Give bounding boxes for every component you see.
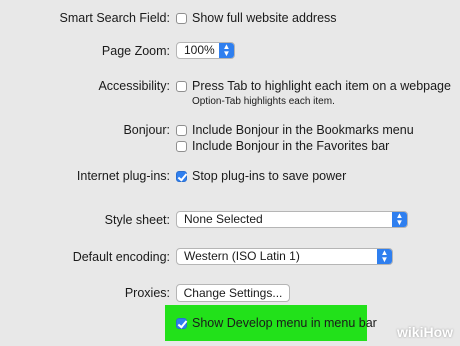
show-full-address-text: Show full website address xyxy=(192,11,337,25)
style-sheet-select[interactable]: None Selected ▲ ▼ xyxy=(176,211,408,228)
page-zoom-value: 100% xyxy=(184,43,215,57)
select-arrows-icon: ▲ ▼ xyxy=(377,249,392,264)
default-encoding-label: Default encoding: xyxy=(72,250,170,264)
page-zoom-select[interactable]: 100% ▲ ▼ xyxy=(176,42,235,59)
stop-plugins-text: Stop plug-ins to save power xyxy=(192,169,347,183)
bonjour-bookmarks-text: Include Bonjour in the Bookmarks menu xyxy=(192,123,414,137)
select-arrows-icon: ▲ ▼ xyxy=(392,212,407,227)
plugins-label: Internet plug-ins: xyxy=(76,169,170,183)
page-zoom-label: Page Zoom: xyxy=(101,44,170,58)
stop-plugins-checkbox[interactable] xyxy=(176,171,187,182)
accessibility-label: Accessibility: xyxy=(98,79,170,93)
select-arrows-icon: ▲ ▼ xyxy=(219,43,234,58)
default-encoding-value: Western (ISO Latin 1) xyxy=(184,249,300,263)
press-tab-text: Press Tab to highlight each item on a we… xyxy=(192,79,451,93)
bonjour-favorites-checkbox[interactable] xyxy=(176,141,187,152)
bonjour-label: Bonjour: xyxy=(123,123,170,137)
proxies-label: Proxies: xyxy=(124,286,170,300)
style-sheet-label: Style sheet: xyxy=(104,213,170,227)
wikihow-watermark: wikiHow xyxy=(397,324,454,340)
bonjour-bookmarks-checkbox[interactable] xyxy=(176,125,187,136)
show-develop-text: Show Develop menu in menu bar xyxy=(192,316,377,330)
bonjour-favorites-text: Include Bonjour in the Favorites bar xyxy=(192,139,390,153)
press-tab-checkbox[interactable] xyxy=(176,81,187,92)
show-full-address-checkbox[interactable] xyxy=(176,13,187,24)
option-tab-hint: Option-Tab highlights each item. xyxy=(192,96,335,107)
default-encoding-select[interactable]: Western (ISO Latin 1) ▲ ▼ xyxy=(176,248,393,265)
show-develop-checkbox[interactable] xyxy=(176,318,187,329)
change-settings-button[interactable]: Change Settings... xyxy=(176,284,290,302)
style-sheet-value: None Selected xyxy=(184,212,263,226)
smart-search-label: Smart Search Field: xyxy=(59,11,170,25)
